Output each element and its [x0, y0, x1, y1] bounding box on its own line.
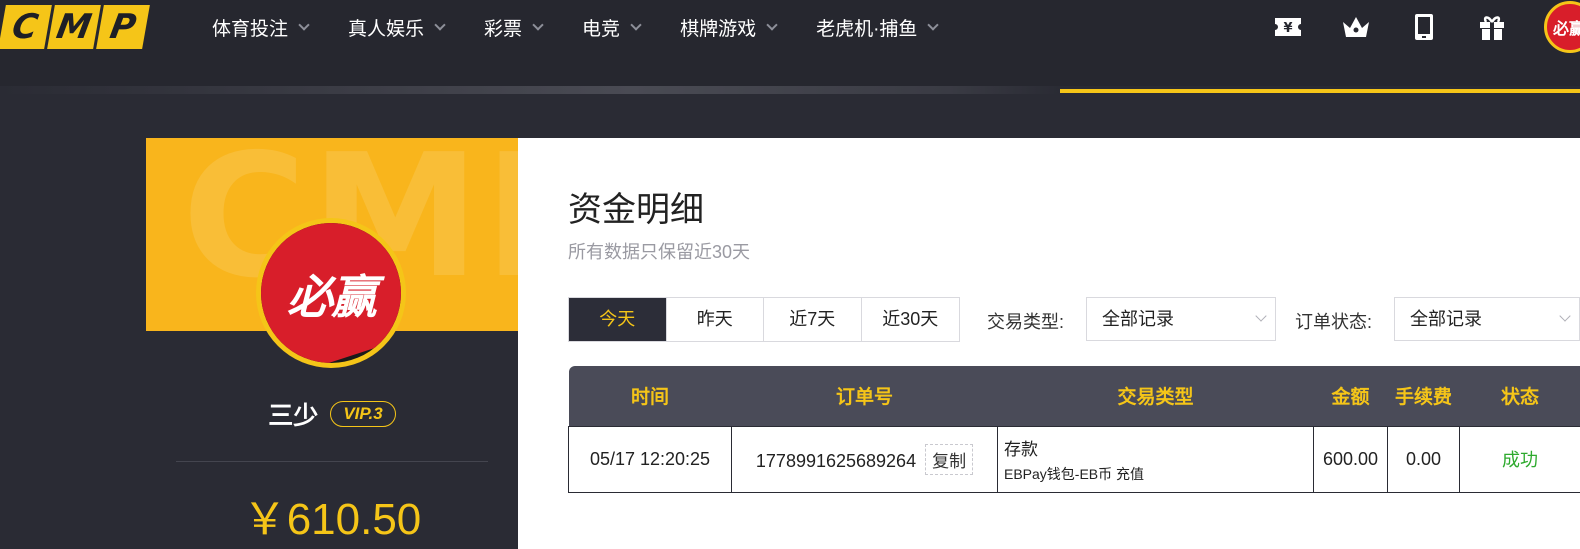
nav-item-label: 体育投注: [212, 18, 289, 40]
nav-item-label: 彩票: [484, 18, 523, 40]
date-range-tabs: 今天 昨天 近7天 近30天: [568, 297, 960, 342]
nav-item-live-casino[interactable]: 真人娱乐: [348, 14, 446, 41]
table-row: 05/17 12:20:25 1778991625689264 复制 存款 EB…: [568, 425, 1580, 493]
select-value: 全部记录: [1102, 309, 1174, 329]
order-number: 1778991625689264: [755, 450, 917, 471]
tab-last-30-days[interactable]: 近30天: [861, 298, 959, 341]
tab-yesterday[interactable]: 昨天: [666, 298, 764, 341]
tab-today[interactable]: 今天: [569, 298, 667, 341]
column-header: 交易类型: [1117, 387, 1194, 409]
column-header: 金额: [1331, 387, 1370, 409]
cmp-logo[interactable]: C M P: [0, 5, 150, 49]
profile-avatar[interactable]: 必赢: [256, 218, 406, 368]
nav-item-label: 老虎机·捕鱼: [816, 18, 918, 40]
transaction-type-label: 交易类型:: [987, 312, 1065, 332]
logo-letter: P: [96, 5, 150, 49]
nav-item-sports[interactable]: 体育投注: [212, 14, 310, 41]
column-header: 订单号: [835, 387, 893, 409]
nav-item-esports[interactable]: 电竞: [582, 14, 642, 41]
chevron-down-icon: [927, 19, 940, 31]
top-navbar: C M P 体育投注 真人娱乐 彩票 电竞 棋牌游戏 老虎机·捕鱼 ¥ 必: [0, 0, 1580, 92]
tablet-icon[interactable]: [1408, 11, 1440, 43]
chevron-down-icon: [766, 19, 778, 31]
chevron-down-icon: [434, 19, 446, 31]
profile-card: CMP 必赢 三少 VIP.3 ￥610.50: [146, 138, 518, 549]
transaction-type-select[interactable]: 全部记录: [1086, 297, 1276, 341]
profile-name-row: 三少 VIP.3: [146, 396, 518, 432]
tab-last-7-days[interactable]: 近7天: [764, 298, 862, 341]
column-header: 手续费: [1394, 387, 1452, 409]
column-header: 时间: [630, 387, 669, 409]
nav-item-label: 棋牌游戏: [680, 18, 757, 40]
page-title: 资金明细: [568, 191, 704, 229]
transactions-table: 时间 订单号 交易类型 金额 手续费 状态 05/17 12:20:25 177…: [568, 366, 1580, 493]
crown-icon[interactable]: [1340, 11, 1372, 43]
transaction-type: 存款: [1004, 439, 1038, 459]
logo-letter: M: [47, 5, 101, 49]
chevron-down-icon: [532, 19, 544, 31]
cell-amount: 600.00: [1313, 425, 1388, 493]
order-status-select[interactable]: 全部记录: [1394, 297, 1580, 341]
avatar-text: 必赢: [1553, 21, 1580, 38]
vip-badge: VIP.3: [330, 401, 396, 427]
order-status-label: 订单状态:: [1295, 312, 1373, 332]
cell-status: 成功: [1459, 425, 1580, 493]
cell-time: 05/17 12:20:25: [568, 425, 732, 493]
balance: ￥610.50: [242, 495, 422, 544]
table-header-row: 时间 订单号 交易类型 金额 手续费 状态: [568, 366, 1580, 426]
username: 三少: [268, 402, 319, 430]
chevron-down-icon: [298, 19, 310, 31]
chevron-down-icon: [1559, 310, 1571, 322]
nav-icon-group: ¥ 必赢: [1236, 0, 1580, 54]
avatar-text: 必赢: [287, 271, 377, 323]
user-avatar[interactable]: 必赢: [1544, 1, 1580, 53]
cell-transaction-type: 存款 EBPay钱包-EB币 充值: [997, 425, 1314, 493]
divider: [176, 461, 488, 462]
nav-item-slots-fishing[interactable]: 老虎机·捕鱼: [816, 14, 940, 41]
nav-item-card-games[interactable]: 棋牌游戏: [680, 14, 778, 41]
fund-details-panel: 资金明细 所有数据只保留近30天 今天 昨天 近7天 近30天 交易类型: 全部…: [518, 138, 1580, 549]
banner-accent-line: [1060, 89, 1580, 93]
transaction-detail: EBPay钱包-EB币 充值: [1004, 465, 1145, 482]
cell-order-no: 1778991625689264 复制: [731, 425, 998, 493]
gift-icon[interactable]: [1476, 11, 1508, 43]
nav-item-label: 真人娱乐: [348, 18, 425, 40]
svg-text:¥: ¥: [1283, 21, 1292, 36]
copy-button[interactable]: 复制: [925, 443, 974, 475]
chevron-down-icon: [1255, 310, 1267, 322]
nav-item-lottery[interactable]: 彩票: [484, 14, 544, 41]
select-value: 全部记录: [1410, 309, 1482, 329]
yen-ticket-icon[interactable]: ¥: [1272, 11, 1304, 43]
chevron-down-icon: [630, 19, 642, 31]
logo-letter: C: [0, 5, 52, 49]
nav-item-label: 电竞: [582, 18, 621, 40]
cell-fee: 0.00: [1387, 425, 1460, 493]
page-subtitle: 所有数据只保留近30天: [568, 242, 751, 262]
main-nav: 体育投注 真人娱乐 彩票 电竞 棋牌游戏 老虎机·捕鱼: [212, 0, 977, 54]
column-header: 状态: [1500, 387, 1539, 409]
